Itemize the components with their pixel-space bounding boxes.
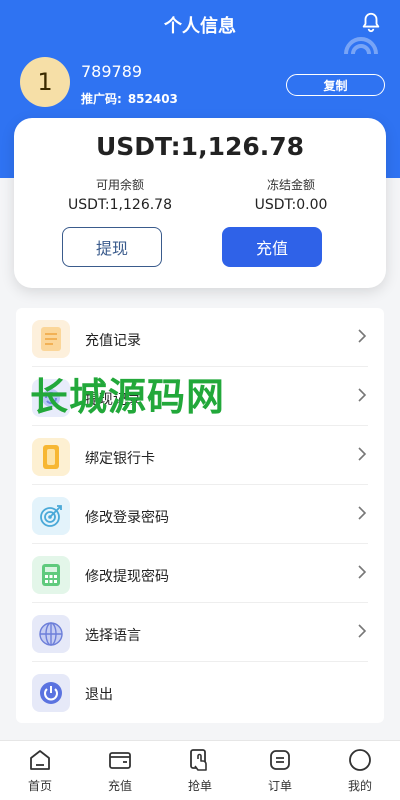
tab-label: 首页 bbox=[27, 779, 52, 793]
menu-item-label: 修改提现密码 bbox=[85, 569, 169, 585]
username: 789789 bbox=[81, 62, 143, 81]
menu-item-recharge-record[interactable]: 充值记录 bbox=[16, 308, 384, 367]
tab-recharge[interactable]: 充值 bbox=[80, 741, 160, 800]
bottom-tab-bar: 首页 充值 抢单 订单 我的 bbox=[0, 740, 400, 800]
globe-icon bbox=[32, 615, 70, 653]
frozen-amount-value: USDT:0.00 bbox=[254, 197, 328, 213]
promo-code-row: 推广码: 852403 bbox=[81, 90, 178, 107]
tab-grab-order[interactable]: 抢单 bbox=[160, 741, 240, 800]
home-icon bbox=[30, 750, 50, 770]
tab-label: 抢单 bbox=[187, 779, 212, 793]
menu-item-change-withdraw-password[interactable]: 修改提现密码 bbox=[16, 544, 384, 603]
chevron-right-icon bbox=[358, 447, 367, 461]
tab-label: 充值 bbox=[107, 779, 132, 793]
menu-item-label: 选择语言 bbox=[85, 628, 141, 644]
menu-item-label: 修改登录密码 bbox=[85, 510, 169, 526]
bell-icon[interactable] bbox=[360, 10, 382, 34]
tab-home[interactable]: 首页 bbox=[0, 741, 80, 800]
chevron-right-icon bbox=[358, 565, 367, 579]
menu-item-label: 充值记录 bbox=[85, 333, 141, 349]
tab-mine[interactable]: 我的 bbox=[320, 741, 400, 800]
available-balance-value: USDT:1,126.78 bbox=[68, 197, 172, 213]
menu-item-select-language[interactable]: 选择语言 bbox=[16, 603, 384, 662]
signal-deco-icon bbox=[344, 37, 378, 55]
menu-item-change-login-password[interactable]: 修改登录密码 bbox=[16, 485, 384, 544]
chevron-right-icon bbox=[358, 329, 367, 343]
tab-label: 我的 bbox=[347, 779, 372, 793]
grab-order-icon bbox=[190, 749, 207, 771]
recharge-button[interactable]: 充值 bbox=[222, 227, 322, 267]
order-icon bbox=[270, 750, 290, 770]
menu-item-label: 绑定银行卡 bbox=[85, 451, 155, 467]
withdraw-button[interactable]: 提现 bbox=[62, 227, 162, 267]
total-balance: USDT:1,126.78 bbox=[95, 132, 305, 161]
watermark-text: 长城源码网 bbox=[30, 375, 226, 419]
profile-circle-icon bbox=[349, 749, 371, 771]
avatar: 1 bbox=[20, 57, 70, 107]
frozen-amount-label: 冻结金额 bbox=[266, 178, 315, 192]
menu-item-label: 退出 bbox=[85, 687, 113, 703]
promo-code-label: 推广码: bbox=[81, 92, 122, 106]
chevron-right-icon bbox=[358, 506, 367, 520]
chevron-right-icon bbox=[358, 388, 367, 402]
bank-card-icon bbox=[32, 438, 70, 476]
page-title: 个人信息 bbox=[164, 16, 236, 37]
chevron-right-icon bbox=[358, 624, 367, 638]
wallet-icon bbox=[109, 752, 131, 769]
target-icon bbox=[32, 497, 70, 535]
tab-label: 订单 bbox=[267, 779, 292, 793]
menu-item-logout[interactable]: 退出 bbox=[16, 662, 384, 721]
tab-orders[interactable]: 订单 bbox=[240, 741, 320, 800]
calculator-icon bbox=[32, 556, 70, 594]
recharge-record-icon bbox=[32, 320, 70, 358]
power-icon bbox=[32, 674, 70, 712]
balance-card: USDT:1,126.78 可用余额 USDT:1,126.78 冻结金额 US… bbox=[14, 118, 386, 288]
available-balance-label: 可用余额 bbox=[95, 178, 144, 192]
menu-item-bind-bank-card[interactable]: 绑定银行卡 bbox=[16, 426, 384, 485]
promo-code-value: 852403 bbox=[127, 92, 178, 106]
copy-button[interactable]: 复制 bbox=[286, 74, 385, 96]
